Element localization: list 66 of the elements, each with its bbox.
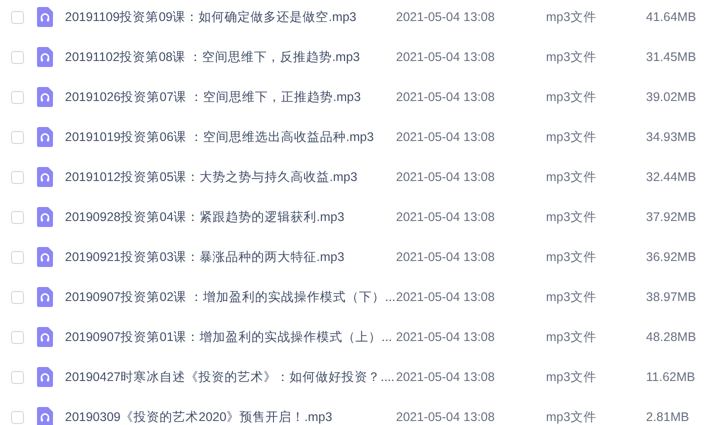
file-size: 11.62MB [646, 368, 696, 386]
audio-file-icon [37, 7, 53, 27]
checkbox[interactable] [11, 330, 24, 344]
file-name[interactable]: 20190928投资第04课：紧跟趋势的逻辑获利.mp3 [65, 208, 396, 226]
file-size: 36.92MB [646, 248, 696, 266]
file-type: mp3文件 [546, 208, 598, 226]
checkbox[interactable] [11, 410, 24, 424]
file-name[interactable]: 20191026投资第07课 ：空间思维下，正推趋势.mp3 [65, 88, 396, 106]
modified-time: 2021-05-04 13:08 [396, 88, 496, 106]
file-size: 31.45MB [646, 48, 696, 66]
file-size: 37.92MB [646, 208, 696, 226]
modified-time: 2021-05-04 13:08 [396, 168, 496, 186]
checkbox[interactable] [11, 170, 24, 184]
checkbox[interactable] [11, 50, 24, 64]
audio-file-icon [37, 407, 53, 425]
audio-file-icon [37, 327, 53, 347]
file-type: mp3文件 [546, 408, 598, 425]
file-type: mp3文件 [546, 248, 598, 266]
file-type: mp3文件 [546, 88, 598, 106]
checkbox[interactable] [11, 210, 24, 224]
file-size: 32.44MB [646, 168, 696, 186]
file-type: mp3文件 [546, 368, 598, 386]
modified-time: 2021-05-04 13:08 [396, 208, 496, 226]
audio-file-icon [37, 167, 53, 187]
file-name[interactable]: 20190907投资第02课 ：增加盈利的实战操作模式（下）... [65, 288, 396, 306]
modified-time: 2021-05-04 13:08 [396, 128, 496, 146]
file-name[interactable]: 20190309《投资的艺术2020》预售开启！.mp3 [65, 408, 396, 425]
modified-time: 2021-05-04 13:08 [396, 368, 496, 386]
file-name[interactable]: 20190907投资第01课：增加盈利的实战操作模式（上）... [65, 328, 396, 346]
file-size: 38.97MB [646, 288, 696, 306]
audio-file-icon [37, 127, 53, 147]
file-type: mp3文件 [546, 168, 598, 186]
modified-time: 2021-05-04 13:08 [396, 48, 496, 66]
audio-file-icon [37, 87, 53, 107]
checkbox[interactable] [11, 290, 24, 304]
modified-time: 2021-05-04 13:08 [396, 248, 496, 266]
modified-time: 2021-05-04 13:08 [396, 288, 496, 306]
audio-file-icon [37, 207, 53, 227]
file-name[interactable]: 20190427时寒冰自述《投资的艺术》：如何做好投资？.... [65, 368, 396, 386]
file-name[interactable]: 20191012投资第05课：大势之势与持久高收益.mp3 [65, 168, 396, 186]
file-size: 39.02MB [646, 88, 696, 106]
file-size: 2.81MB [646, 408, 690, 425]
audio-file-icon [37, 367, 53, 387]
checkbox[interactable] [11, 370, 24, 384]
modified-time: 2021-05-04 13:08 [396, 328, 496, 346]
file-type: mp3文件 [546, 8, 598, 26]
file-type: mp3文件 [546, 328, 598, 346]
checkbox[interactable] [11, 90, 24, 104]
file-name[interactable]: 20191109投资第09课：如何确定做多还是做空.mp3 [65, 8, 396, 26]
file-name[interactable]: 20191019投资第06课 ：空间思维选出高收益品种.mp3 [65, 128, 396, 146]
file-name[interactable]: 20191102投资第08课 ：空间思维下，反推趋势.mp3 [65, 48, 396, 66]
checkbox[interactable] [11, 10, 24, 24]
file-type: mp3文件 [546, 48, 598, 66]
audio-file-icon [37, 247, 53, 267]
audio-file-icon [37, 47, 53, 67]
file-type: mp3文件 [546, 288, 598, 306]
file-name[interactable]: 20190921投资第03课：暴涨品种的两大特征.mp3 [65, 248, 396, 266]
file-size: 41.64MB [646, 8, 696, 26]
checkbox[interactable] [11, 130, 24, 144]
file-size: 48.28MB [646, 328, 696, 346]
file-type: mp3文件 [546, 128, 598, 146]
file-size: 34.93MB [646, 128, 696, 146]
modified-time: 2021-05-04 13:08 [396, 8, 496, 26]
modified-time: 2021-05-04 13:08 [396, 408, 496, 425]
checkbox[interactable] [11, 250, 24, 264]
audio-file-icon [37, 287, 53, 307]
